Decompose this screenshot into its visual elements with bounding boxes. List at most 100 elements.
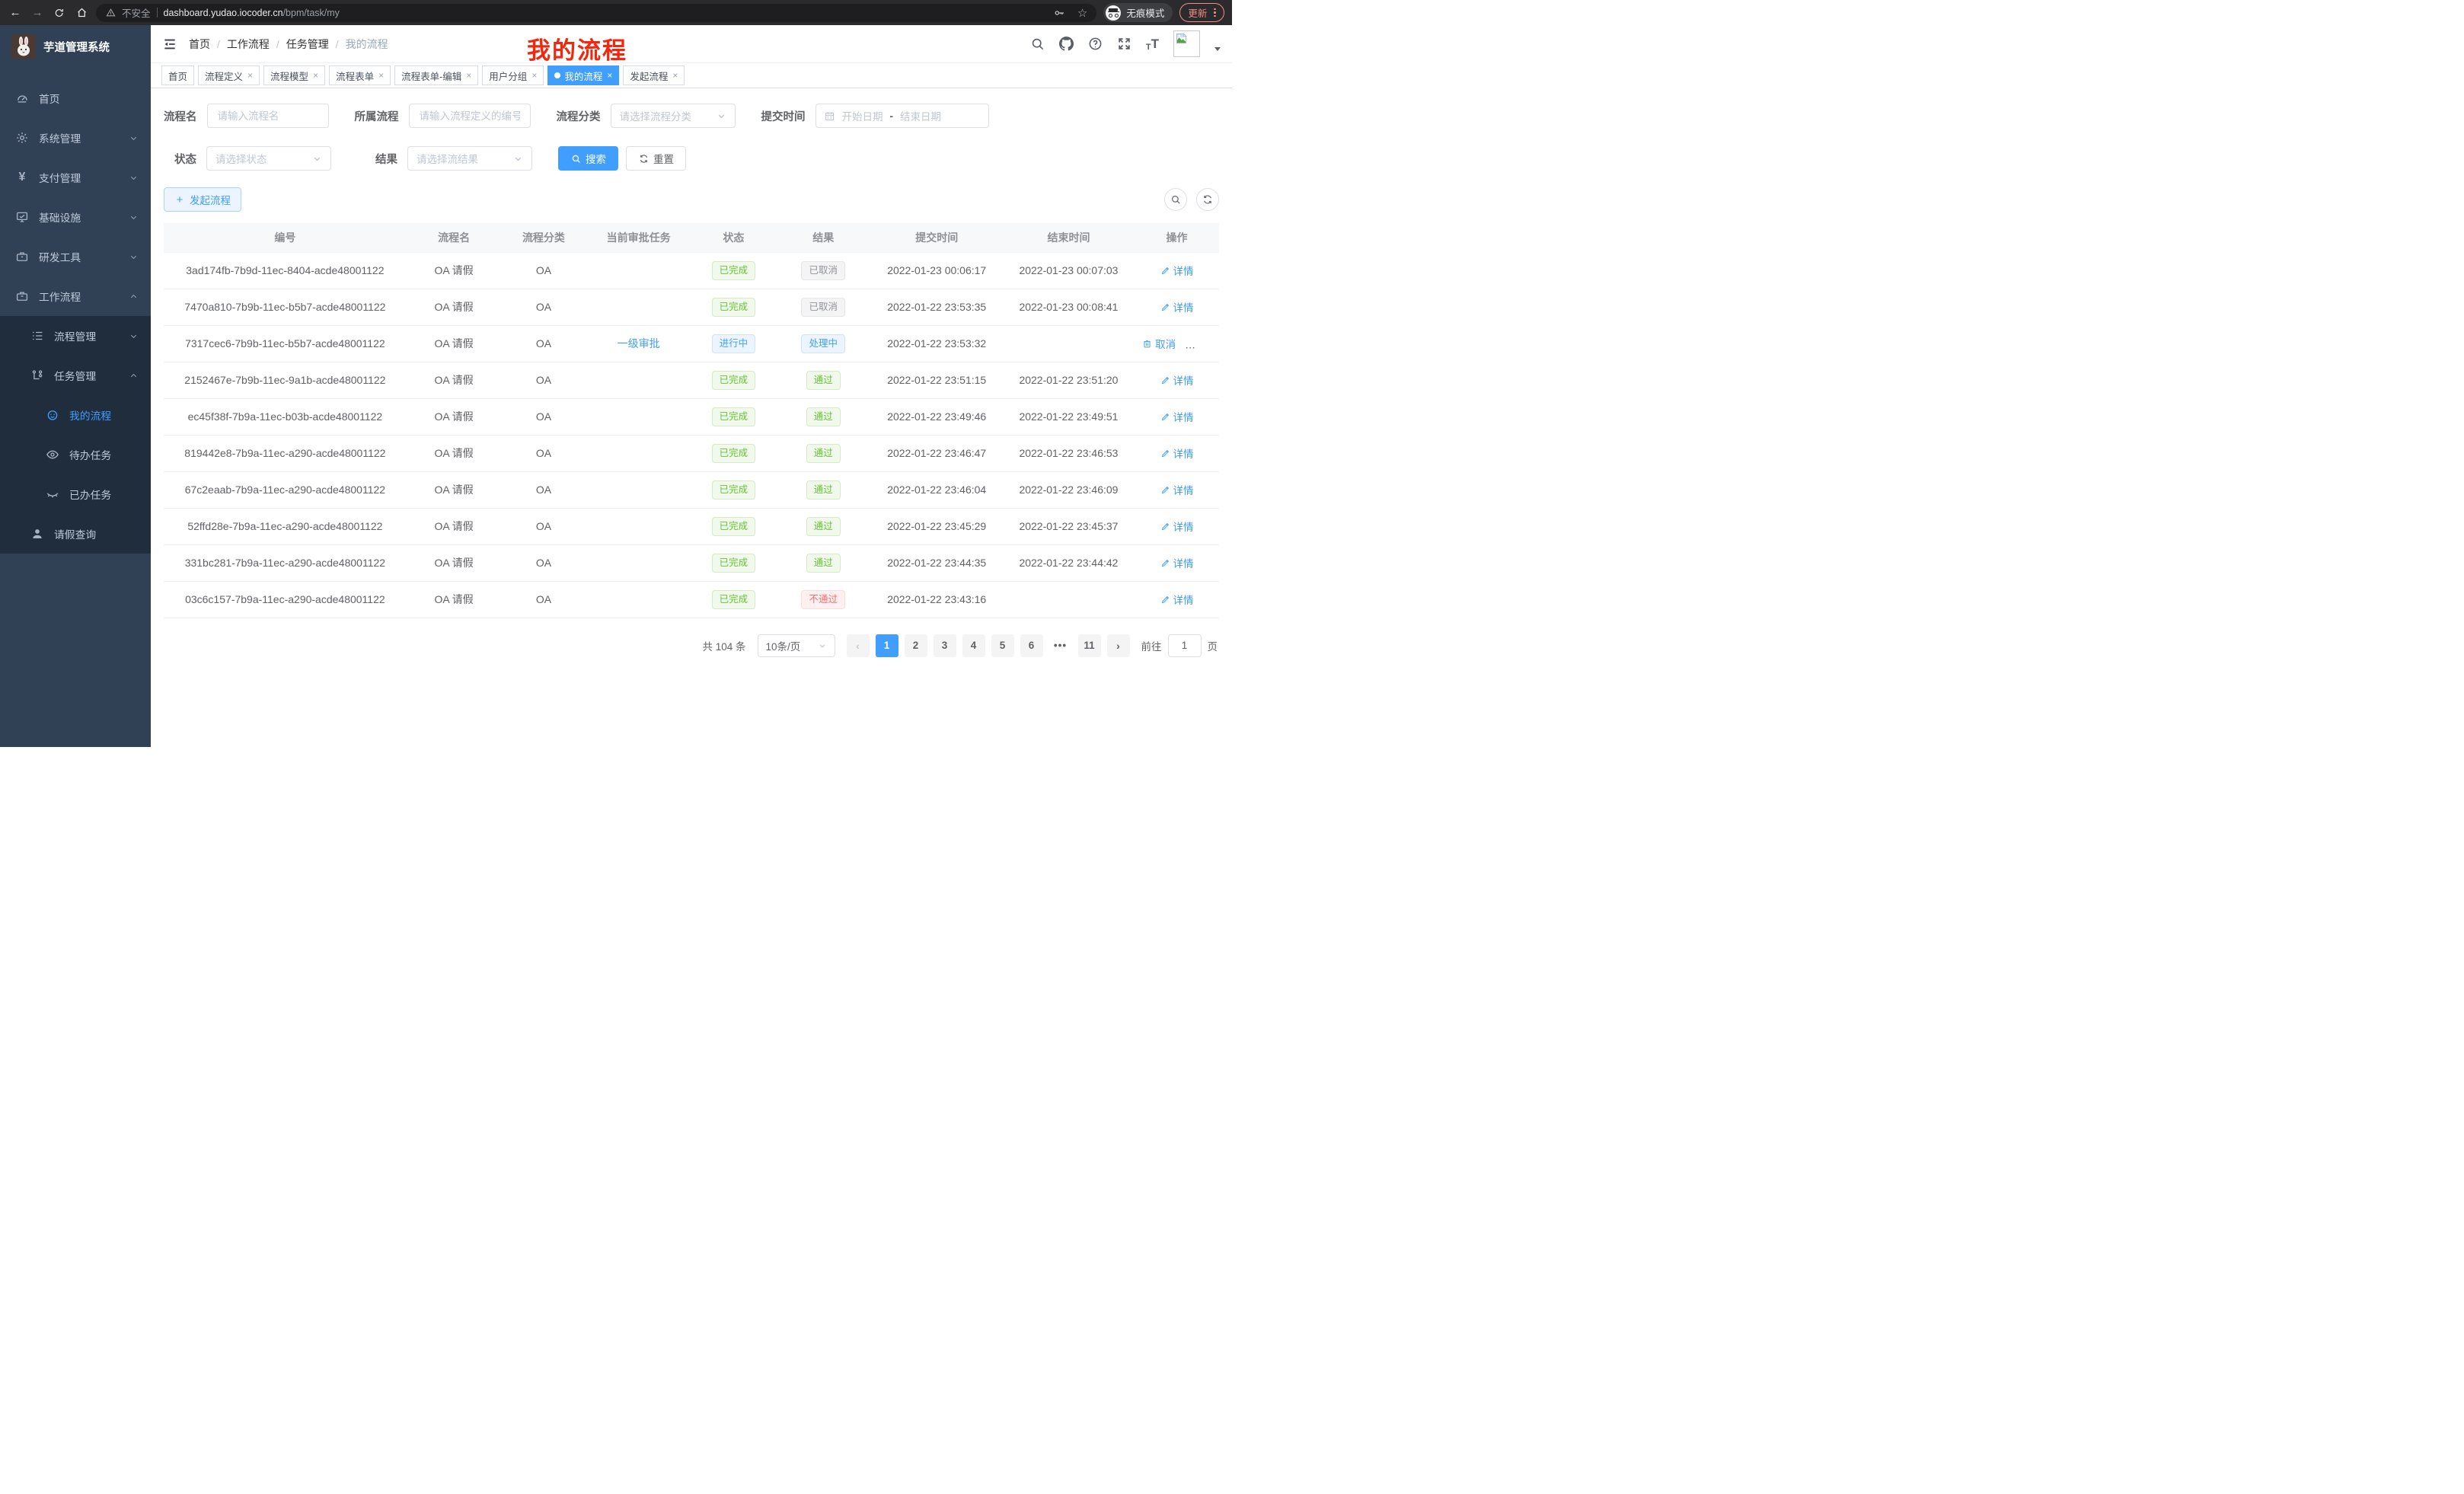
reset-button[interactable]: 重置 <box>626 146 686 171</box>
end-date-placeholder[interactable]: 结束日期 <box>900 108 941 123</box>
sidebar-item-label: 待办任务 <box>69 447 139 462</box>
table-row[interactable]: 7317cec6-7b9b-11ec-b5b7-acde48001122OA 请… <box>164 325 1219 362</box>
category-select[interactable]: 请选择流程分类 <box>611 104 736 128</box>
table-row[interactable]: 52ffd28e-7b9a-11ec-a290-acde48001122OA 请… <box>164 508 1219 544</box>
search-button[interactable]: 搜索 <box>558 146 618 171</box>
page-button-1[interactable]: 1 <box>876 634 898 657</box>
detail-action[interactable]: 详情 <box>1160 372 1194 388</box>
sidebar-item-home[interactable]: 首页 <box>0 78 151 118</box>
tab-首页[interactable]: 首页 <box>161 65 194 85</box>
table-row[interactable]: 67c2eaab-7b9a-11ec-a290-acde48001122OA 请… <box>164 471 1219 508</box>
table-row[interactable]: 3ad174fb-7b9d-11ec-8404-acde48001122OA 请… <box>164 252 1219 289</box>
sidebar-item-leave-query[interactable]: 请假查询 <box>0 514 151 554</box>
success-badge: 已完成 <box>712 371 756 390</box>
browser-forward-button[interactable]: → <box>30 5 45 21</box>
jump-page-input[interactable] <box>1168 634 1202 657</box>
security-label[interactable]: 不安全 <box>122 5 151 20</box>
close-icon[interactable]: × <box>672 70 678 81</box>
breadcrumb-item[interactable]: 首页 <box>189 37 210 52</box>
sidebar-logo[interactable]: 芋道管理系统 <box>0 25 151 68</box>
process-name-input[interactable] <box>207 104 329 128</box>
sidebar-item-process-mgmt[interactable]: 流程管理 <box>0 316 151 356</box>
success-badge: 已完成 <box>712 261 756 280</box>
table-row[interactable]: 331bc281-7b9a-11ec-a290-acde48001122OA 请… <box>164 544 1219 581</box>
breadcrumb-item[interactable]: 任务管理 <box>286 37 329 52</box>
sidebar-item-todo-task[interactable]: 待办任务 <box>0 435 151 474</box>
browser-back-button[interactable]: ← <box>8 5 23 21</box>
sidebar-item-my-process[interactable]: 我的流程 <box>0 395 151 435</box>
sidebar-item-system[interactable]: 系统管理 <box>0 118 151 158</box>
close-icon[interactable]: × <box>378 70 384 81</box>
font-size-icon[interactable]: TT <box>1146 37 1159 52</box>
browser-menu-icon[interactable] <box>1214 8 1216 18</box>
search-icon[interactable] <box>1030 37 1045 51</box>
cell-process-name: OA 请假 <box>407 435 502 471</box>
tab-流程表单[interactable]: 流程表单× <box>329 65 391 85</box>
github-icon[interactable] <box>1059 37 1074 51</box>
more-pages-icon[interactable]: ••• <box>1049 634 1072 657</box>
close-icon[interactable]: × <box>607 70 612 81</box>
result-select[interactable]: 请选择流结果 <box>407 146 532 171</box>
table-row[interactable]: ec45f38f-7b9a-11ec-b03b-acde48001122OA 请… <box>164 398 1219 435</box>
sidebar-item-workflow[interactable]: 工作流程 <box>0 276 151 316</box>
close-icon[interactable]: × <box>531 70 537 81</box>
detail-action[interactable]: 详情 <box>1160 445 1194 461</box>
detail-action[interactable]: 详情 <box>1160 592 1194 607</box>
sidebar-fold-icon[interactable] <box>162 37 177 52</box>
avatar-dropdown-caret[interactable] <box>1214 47 1221 51</box>
tab-流程定义[interactable]: 流程定义× <box>198 65 260 85</box>
next-page-button[interactable]: › <box>1107 634 1130 657</box>
process-definition-input[interactable] <box>409 104 531 128</box>
page-button-3[interactable]: 3 <box>934 634 956 657</box>
start-date-placeholder[interactable]: 开始日期 <box>842 108 883 123</box>
tab-用户分组[interactable]: 用户分组× <box>482 65 544 85</box>
password-key-icon[interactable] <box>1052 5 1067 20</box>
address-bar[interactable]: 不安全 dashboard.yudao.iocoder.cn/bpm/task/… <box>96 4 1096 22</box>
page-size-select[interactable]: 10条/页 <box>758 634 835 657</box>
detail-action[interactable]: 详情 <box>1160 555 1194 570</box>
breadcrumb-item[interactable]: 工作流程 <box>227 37 270 52</box>
fullscreen-icon[interactable] <box>1117 37 1131 51</box>
sidebar-item-task-mgmt[interactable]: 任务管理 <box>0 356 151 395</box>
close-icon[interactable]: × <box>466 70 471 81</box>
status-select[interactable]: 请选择状态 <box>206 146 331 171</box>
tab-发起流程[interactable]: 发起流程× <box>623 65 685 85</box>
avatar[interactable] <box>1173 30 1200 57</box>
close-icon[interactable]: × <box>313 70 318 81</box>
tab-流程表单-编辑[interactable]: 流程表单-编辑× <box>394 65 478 85</box>
sidebar-item-infra[interactable]: 基础设施 <box>0 197 151 237</box>
cancel-action[interactable]: 取消 <box>1142 336 1176 351</box>
detail-action[interactable]: 详情 <box>1160 409 1194 424</box>
prev-page-button[interactable]: ‹ <box>847 634 870 657</box>
bookmark-star-icon[interactable]: ☆ <box>1077 6 1087 20</box>
detail-action[interactable]: 详情 <box>1160 519 1194 534</box>
tab-我的流程[interactable]: 我的流程× <box>547 65 619 85</box>
sidebar-item-devtools[interactable]: 研发工具 <box>0 237 151 276</box>
page-button-5[interactable]: 5 <box>991 634 1014 657</box>
table-row[interactable]: 03c6c157-7b9a-11ec-a290-acde48001122OA 请… <box>164 581 1219 618</box>
sidebar-item-payment[interactable]: ¥支付管理 <box>0 158 151 197</box>
detail-action[interactable]: 详情 <box>1160 263 1194 278</box>
table-row[interactable]: 7470a810-7b9b-11ec-b5b7-acde48001122OA 请… <box>164 289 1219 325</box>
browser-update-button[interactable]: 更新 <box>1179 3 1224 22</box>
close-icon[interactable]: × <box>247 70 253 81</box>
detail-action[interactable]: 详情 <box>1160 482 1194 497</box>
browser-home-button[interactable] <box>74 5 89 21</box>
create-process-button[interactable]: + 发起流程 <box>164 187 241 212</box>
table-row[interactable]: 2152467e-7b9b-11ec-9a1b-acde48001122OA 请… <box>164 362 1219 398</box>
page-button-11[interactable]: 11 <box>1078 634 1101 657</box>
refresh-table-button[interactable] <box>1196 188 1219 211</box>
page-button-6[interactable]: 6 <box>1020 634 1043 657</box>
page-button-4[interactable]: 4 <box>962 634 985 657</box>
current-task-link[interactable]: 一级审批 <box>618 337 660 350</box>
help-icon[interactable] <box>1088 37 1103 51</box>
tab-流程模型[interactable]: 流程模型× <box>263 65 325 85</box>
toggle-search-button[interactable] <box>1164 188 1187 211</box>
sidebar-item-done-task[interactable]: 已办任务 <box>0 474 151 514</box>
page-button-2[interactable]: 2 <box>905 634 927 657</box>
cell-current-task <box>586 435 691 471</box>
table-row[interactable]: 819442e8-7b9a-11ec-a290-acde48001122OA 请… <box>164 435 1219 471</box>
submit-time-range-picker[interactable]: 开始日期 - 结束日期 <box>815 104 989 128</box>
browser-reload-button[interactable] <box>52 5 67 21</box>
detail-action[interactable]: 详情 <box>1160 299 1194 314</box>
